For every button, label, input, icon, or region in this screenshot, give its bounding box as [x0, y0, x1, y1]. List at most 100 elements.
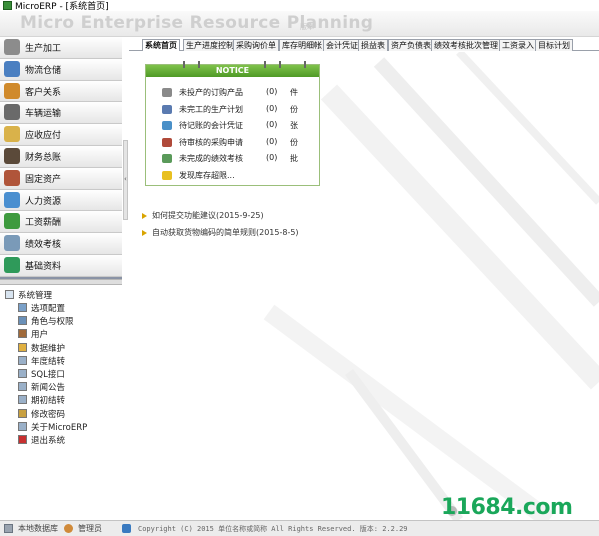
module-label: 车辆运输 [25, 109, 62, 120]
notice-count: (0) [266, 120, 278, 129]
user-icon [18, 329, 27, 339]
module-label: 基础资料 [25, 261, 62, 272]
document-icon [18, 395, 27, 405]
tree-item-label: 角色与权限 [31, 317, 74, 328]
notice-unit: 份 [290, 137, 298, 147]
module-item[interactable]: 应收应付 [0, 124, 122, 146]
module-label: 应收应付 [25, 131, 62, 142]
notice-label: 未完成的绩效考核 [179, 154, 243, 163]
module-item[interactable]: 生产加工 [0, 37, 122, 59]
house-icon [4, 60, 20, 77]
notice-count: (0) [266, 136, 278, 146]
module-label: 固定资产 [25, 174, 62, 185]
module-item[interactable]: 绩效考核 [0, 233, 122, 255]
warning-icon [162, 170, 172, 180]
module-item[interactable]: 固定资产 [0, 167, 122, 190]
app-icon [3, 1, 12, 10]
info-icon [18, 421, 27, 431]
tab[interactable]: 生产进度控制 [183, 39, 237, 51]
module-label: 绩效考核 [25, 240, 62, 251]
collapse-handle[interactable]: ‹ [123, 140, 128, 220]
tree-item-label: SQL接口 [31, 370, 65, 380]
tab[interactable]: 系统首页 [142, 39, 180, 51]
tree-item-label: 退出系统 [31, 436, 66, 446]
tab[interactable]: 库存明细帐 [279, 39, 325, 51]
tree-item-label: 修改密码 [31, 409, 66, 420]
tab[interactable]: 采购询价单 [233, 39, 279, 51]
notice-label: 发现库存超限... [179, 170, 235, 180]
module-label: 人力资源 [25, 196, 62, 207]
notice-count: (0) [266, 103, 278, 113]
people-icon [122, 524, 131, 533]
folder-icon [5, 290, 14, 299]
module-label: 客户关系 [25, 87, 62, 98]
notice-unit: 张 [290, 121, 298, 130]
module-item[interactable]: 财务总账 [0, 145, 122, 168]
notice-unit: 份 [290, 104, 298, 114]
module-label: 生产加工 [25, 44, 62, 54]
main-content: NOTICE 未投产的订购产品 (0) 件未完工的生产计划 (0) 份待记账的会计凭证(… [129, 52, 599, 520]
database-icon [4, 524, 13, 533]
notice-panel: NOTICE 未投产的订购产品 (0) 件未完工的生产计划 (0) 份待记账的会计凭证(… [145, 61, 320, 186]
module-label: 财务总账 [25, 152, 62, 163]
tab[interactable]: 损益表 [358, 39, 388, 51]
left-panel: 生产加工物流仓储客户关系车辆运输应收应付财务总账固定资产人力资源工资薪酬绩效考核… [0, 37, 122, 520]
notice-unit: 批 [290, 154, 298, 163]
clipboard-icon [4, 235, 20, 252]
notice-title: NOTICE [215, 66, 250, 75]
role-icon [18, 316, 27, 326]
tree-item-label: 数据维护 [31, 343, 66, 354]
user-icon [64, 524, 73, 533]
tab[interactable]: 资产负债表 [388, 39, 434, 51]
power-icon [18, 435, 27, 444]
tab[interactable]: 目标计划 [535, 39, 573, 51]
module-item[interactable]: 基础资料 [0, 254, 122, 277]
tab[interactable]: 工资录入 [499, 39, 537, 51]
tree-item-label: 关于MicroERP [31, 422, 88, 433]
module-item[interactable]: 工资薪酬 [0, 211, 122, 234]
tab-bar: 系统首页 生产进度控制 采购询价单 库存明细帐 会计凭证 损益表 资产负债表 绩效考核批次管理… [129, 37, 599, 51]
brand-title: Micro Enterprise Resource Planning [20, 13, 374, 33]
notice-label: 待记账的会计凭证 [179, 121, 243, 130]
system-tree: 系统管理 选项配置 角色与权限 用户 数据维护 年度结转 SQL接口 新闻公告 期初结转 修改密码… [0, 285, 122, 520]
status-bar: 本地数据库 管理员 Copyright (C) 2015 单位名称或简称 All… [0, 520, 599, 536]
check-icon [4, 256, 20, 273]
module-item[interactable]: 客户关系 [0, 80, 122, 103]
bullet-icon [142, 230, 147, 236]
news-text: 如何提交功能建议(2015-9-25) [152, 211, 264, 220]
voucher-icon [162, 121, 172, 130]
performance-icon [162, 154, 172, 163]
document-icon [18, 355, 27, 365]
module-item[interactable]: 车辆运输 [0, 102, 122, 125]
notice-label: 未完工的生产计划 [179, 104, 243, 114]
tree-item-label: 新闻公告 [31, 383, 66, 394]
tab[interactable]: 会计凭证 [323, 39, 361, 51]
bullet-icon [142, 213, 147, 219]
diamond-icon [4, 126, 20, 143]
module-label: 工资薪酬 [25, 218, 62, 229]
product-icon [162, 88, 172, 97]
app-banner: Micro Enterprise Resource Planning 版本 [0, 11, 599, 37]
module-item[interactable]: 人力资源 [0, 189, 122, 212]
tree-item-label: 年度结转 [31, 356, 66, 367]
version-label: 版本 [300, 23, 314, 31]
gear-icon [4, 39, 20, 55]
title-bar: MicroERP - [系统首页] [0, 0, 599, 12]
document-icon [18, 369, 27, 378]
person-icon [4, 191, 20, 208]
people-icon [4, 82, 20, 99]
tree-item-label: 用户 [31, 330, 49, 341]
notice-label: 未投产的订购产品 [179, 88, 243, 97]
assets-icon [4, 169, 20, 186]
copyright-text: Copyright (C) 2015 单位名称或简称 All Rights Re… [138, 525, 408, 533]
notice-label: 待审核的采购申请 [179, 137, 243, 147]
news-text: 自动获取货物编码的简单规则(2015-8-5) [152, 228, 299, 237]
ledger-icon [4, 147, 20, 164]
notice-count: (0) [266, 153, 278, 162]
purchase-icon [162, 137, 172, 147]
module-item[interactable]: 物流仓储 [0, 58, 122, 81]
truck-icon [4, 104, 20, 121]
watermark: 11684.com [441, 495, 573, 520]
notice-unit: 件 [290, 88, 298, 97]
tab[interactable]: 绩效考核批次管理 [431, 39, 501, 51]
